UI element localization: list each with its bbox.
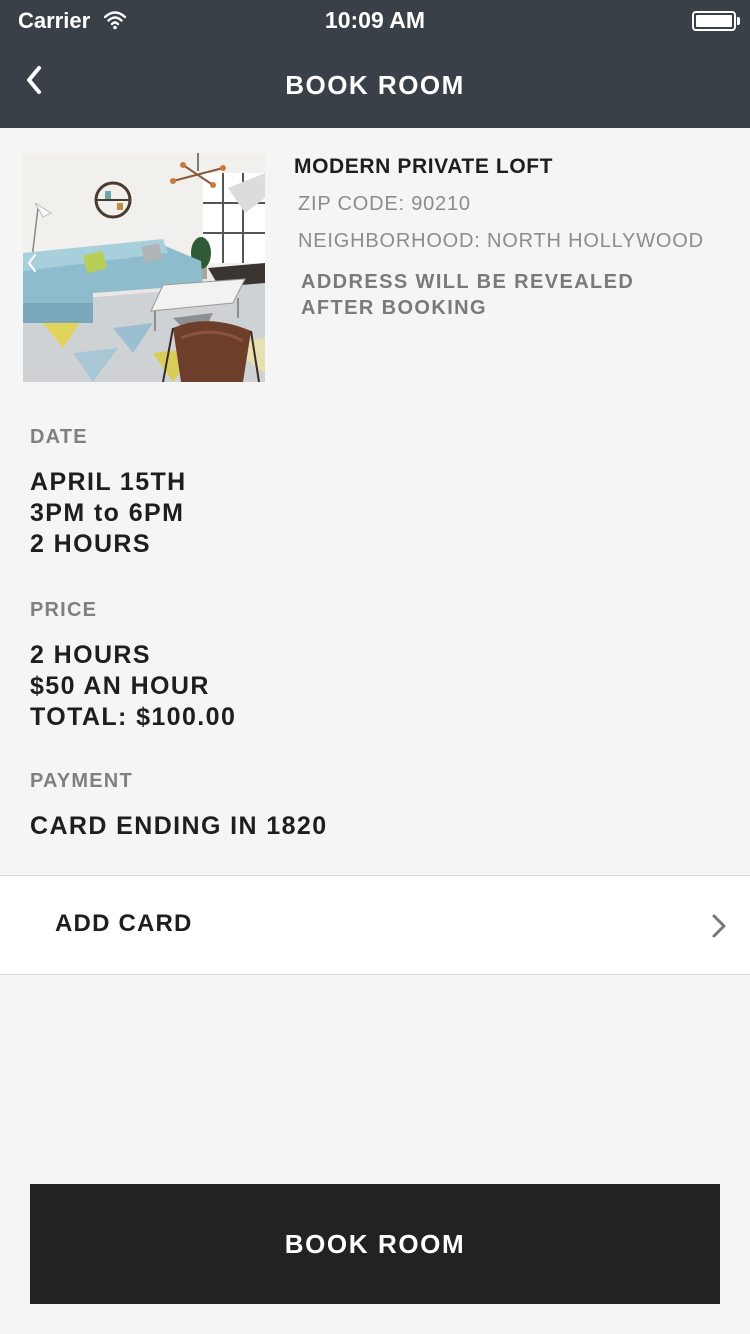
time-range: 3PM to 6PM bbox=[30, 499, 185, 527]
status-bar: Carrier 10:09 AM bbox=[0, 0, 750, 40]
price-label: PRICE bbox=[30, 599, 98, 621]
price-section: PRICE 2 HOURS $50 AN HOUR TOTAL: $100.00 bbox=[30, 599, 720, 733]
card-summary: CARD ENDING IN 1820 bbox=[30, 812, 328, 840]
address-notice: ADDRESS WILL BE REVEALED AFTER BOOKING bbox=[301, 269, 744, 321]
chevron-right-icon bbox=[712, 914, 726, 938]
listing-zip-code: ZIP CODE: 90210 bbox=[298, 193, 471, 215]
add-card-label: ADD CARD bbox=[55, 910, 193, 937]
navigation-bar: BOOK ROOM bbox=[0, 40, 750, 128]
book-room-button[interactable]: BOOK ROOM bbox=[30, 1184, 720, 1304]
listing-info: MODERN PRIVATE LOFT ZIP CODE: 90210 NEIG… bbox=[294, 155, 744, 321]
listing-neighborhood: NEIGHBORHOOD: NORTH HOLLYWOOD bbox=[298, 230, 704, 252]
previous-photo-icon[interactable] bbox=[25, 251, 39, 275]
listing-name: MODERN PRIVATE LOFT bbox=[294, 155, 554, 178]
listing-photo[interactable] bbox=[23, 153, 265, 382]
price-total: TOTAL: $100.00 bbox=[30, 703, 237, 731]
date-label: DATE bbox=[30, 426, 88, 448]
price-rate: $50 AN HOUR bbox=[30, 672, 210, 700]
payment-section: PAYMENT CARD ENDING IN 1820 bbox=[30, 770, 720, 842]
date-section: DATE APRIL 15TH 3PM to 6PM 2 HOURS bbox=[30, 426, 720, 560]
duration: 2 HOURS bbox=[30, 530, 151, 558]
payment-label: PAYMENT bbox=[30, 770, 133, 792]
address-notice-line: ADDRESS WILL BE REVEALED bbox=[301, 271, 635, 293]
status-time: 10:09 AM bbox=[324, 7, 426, 33]
add-card-row[interactable]: ADD CARD bbox=[0, 875, 750, 975]
battery-full-icon bbox=[692, 11, 740, 31]
price-hours: 2 HOURS bbox=[30, 641, 151, 669]
date-value: APRIL 15TH bbox=[30, 468, 187, 496]
address-notice-line: AFTER BOOKING bbox=[301, 297, 487, 319]
page-title: BOOK ROOM bbox=[285, 70, 465, 100]
